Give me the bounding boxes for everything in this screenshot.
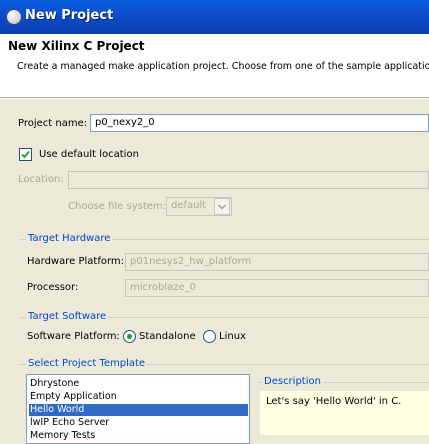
use-default-location-label: Use default location bbox=[39, 149, 139, 160]
title-bar[interactable]: New Project bbox=[0, 0, 429, 34]
hardware-platform-label: Hardware Platform: bbox=[27, 256, 125, 267]
list-item-selected[interactable]: Hello World bbox=[29, 404, 248, 416]
use-default-location-checkbox[interactable] bbox=[19, 148, 32, 161]
list-item[interactable]: Memory Tests bbox=[29, 430, 248, 442]
description-text: Let's say 'Hello World' in C. bbox=[266, 396, 402, 407]
wizard-description: Create a managed make application projec… bbox=[17, 61, 429, 72]
list-item[interactable]: lwIP Echo Server bbox=[29, 417, 248, 429]
list-item[interactable]: Dhrystone bbox=[29, 378, 248, 390]
radio-selected-dot bbox=[127, 334, 132, 339]
location-input[interactable] bbox=[68, 171, 429, 189]
project-name-label: Project name: bbox=[18, 118, 88, 129]
list-item[interactable]: Empty Application bbox=[29, 391, 248, 403]
linux-label: Linux bbox=[219, 331, 246, 342]
file-system-value: default bbox=[171, 200, 207, 211]
file-system-label: Choose file system: bbox=[68, 201, 167, 212]
linux-radio[interactable] bbox=[203, 330, 216, 343]
hardware-platform-field: p01nesys2_hw_platform bbox=[125, 253, 429, 271]
target-hardware-title: Target Hardware bbox=[26, 233, 113, 244]
chevron-down-icon bbox=[217, 204, 227, 210]
software-platform-label: Software Platform: bbox=[27, 331, 120, 342]
description-title: Description bbox=[262, 376, 323, 387]
processor-field: microblaze_0 bbox=[125, 279, 429, 297]
wizard-banner: New Xilinx C Project Create a managed ma… bbox=[0, 34, 429, 98]
window-title: New Project bbox=[25, 8, 114, 23]
standalone-label: Standalone bbox=[139, 331, 196, 342]
checkmark-icon bbox=[21, 150, 30, 159]
banner-divider-highlight bbox=[0, 98, 429, 99]
file-system-dropdown-button[interactable] bbox=[214, 198, 230, 215]
project-name-input[interactable]: p0_nexy2_0 bbox=[90, 114, 429, 132]
wizard-title: New Xilinx C Project bbox=[8, 39, 145, 53]
standalone-radio[interactable] bbox=[123, 330, 136, 343]
location-label: Location: bbox=[18, 174, 64, 185]
app-icon bbox=[6, 9, 22, 25]
template-list[interactable]: Dhrystone Empty Application Hello World … bbox=[26, 374, 250, 444]
template-group-title: Select Project Template bbox=[26, 358, 148, 369]
processor-label: Processor: bbox=[27, 282, 79, 293]
target-software-title: Target Software bbox=[26, 311, 109, 322]
description-box: Let's say 'Hello World' in C. bbox=[260, 391, 429, 435]
